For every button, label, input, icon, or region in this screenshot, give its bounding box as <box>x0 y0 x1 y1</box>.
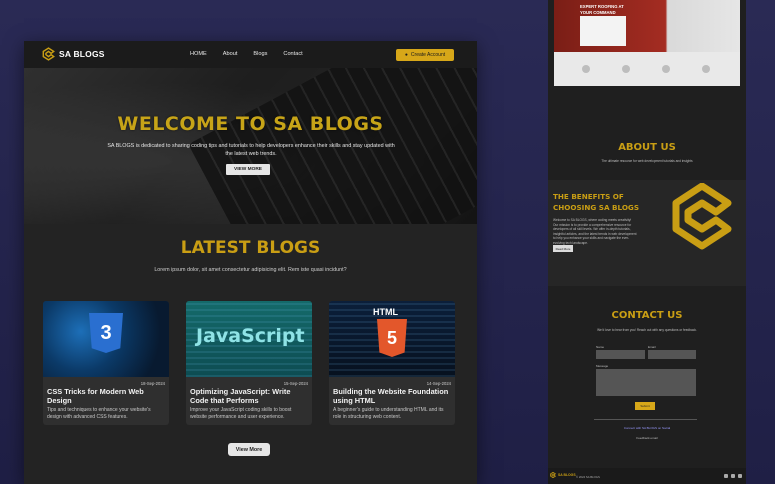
feature-icon <box>622 65 630 73</box>
html5-badge-text: 5 <box>386 327 397 348</box>
feedback-email[interactable]: Feedback email <box>548 436 746 440</box>
javascript-word: JavaScript <box>196 325 305 347</box>
card-description: Tips and techniques to enhance your webs… <box>47 407 151 420</box>
blog-card-html[interactable]: HTML 5 14-Sep-2024 Building the Website … <box>329 301 455 425</box>
navbar: SA BLOGS HOME About Blogs Contact ● Crea… <box>24 41 477 68</box>
hero-view-more-button[interactable]: VIEW MORE <box>226 164 270 175</box>
benefits-title: THE BENEFITS OF CHOOSING SA BLOGS <box>553 192 640 212</box>
html5-icon: 5 <box>377 319 407 357</box>
card-description: A beginner's guide to understanding HTML… <box>333 407 444 420</box>
footer-logo[interactable]: SA BLOGS <box>550 472 576 478</box>
large-logo-icon <box>672 183 732 250</box>
embedded-website-screenshot: EXPERT ROOFING AT YOUR COMMAND <box>554 0 740 86</box>
hero-title: WELCOME TO SA BLOGS <box>117 113 384 135</box>
create-account-button[interactable]: ● Create Account <box>396 49 454 61</box>
card-date: 14-Sep-2024 <box>426 381 451 386</box>
message-label: Message <box>596 364 609 368</box>
name-input[interactable] <box>596 350 645 359</box>
benefits-text: Welcome to SA BLOGS, where coding meets … <box>553 218 637 245</box>
email-input[interactable] <box>648 350 696 359</box>
feature-icon <box>662 65 670 73</box>
nav-links: HOME About Blogs Contact <box>190 51 303 57</box>
user-icon: ● <box>404 52 408 58</box>
read-more-button[interactable]: Read More <box>553 245 573 252</box>
card-title[interactable]: CSS Tricks for Modern Web Design <box>47 387 165 405</box>
nav-blogs[interactable]: Blogs <box>253 51 267 57</box>
footer-copyright: © 2024 SA BLOGS <box>576 475 600 479</box>
card-date: 18-Sep-2024 <box>140 381 165 386</box>
logo-text: SA BLOGS <box>59 49 105 59</box>
name-label: Name <box>596 345 605 349</box>
message-textarea[interactable] <box>596 369 696 396</box>
card-date: 15-Sep-2024 <box>283 381 308 386</box>
css3-badge-text: 3 <box>100 321 112 344</box>
blog-homepage-mockup: SA BLOGS HOME About Blogs Contact ● Crea… <box>24 41 477 484</box>
blog-card-javascript[interactable]: JavaScript 15-Sep-2024 Optimizing JavaSc… <box>186 301 312 425</box>
contact-text: We'd love to hear from you! Reach out wi… <box>597 328 697 332</box>
site-logo[interactable]: SA BLOGS <box>42 47 105 61</box>
footer-logo-text: SA BLOGS <box>558 473 576 477</box>
about-text: The ultimate resource for web developmen… <box>601 159 693 163</box>
hero-section: WELCOME TO SA BLOGS SA BLOGS is dedicate… <box>24 68 477 224</box>
footer: SA BLOGS © 2024 SA BLOGS <box>548 468 746 484</box>
email-label: Email <box>648 345 656 349</box>
feature-icon <box>582 65 590 73</box>
hero-description: SA BLOGS is dedicated to sharing coding … <box>107 143 395 157</box>
footer-logo-icon <box>550 472 556 478</box>
css3-icon: 3 <box>89 313 123 353</box>
facebook-icon[interactable] <box>724 474 728 478</box>
footer-social-icons <box>724 474 742 478</box>
blog-card-css[interactable]: 3 18-Sep-2024 CSS Tricks for Modern Web … <box>43 301 169 425</box>
latest-blogs-subtitle: Lorem ipsum dolor, sit amet consectetur … <box>154 267 347 273</box>
divider <box>594 419 697 420</box>
nav-home[interactable]: HOME <box>190 51 207 57</box>
social-link[interactable]: Connect with SA BLOGS on Social <box>548 426 746 430</box>
css-card-image: 3 <box>43 301 169 377</box>
instagram-icon[interactable] <box>731 474 735 478</box>
html-card-image: HTML 5 <box>329 301 455 377</box>
card-title[interactable]: Building the Website Foundation using HT… <box>333 387 451 405</box>
contact-title: CONTACT US <box>611 310 683 321</box>
screenshot-banner-text: EXPERT ROOFING AT YOUR COMMAND <box>580 4 624 15</box>
logo-icon <box>42 47 55 61</box>
screenshot-form <box>580 16 626 46</box>
screenshot-feature-row <box>566 62 726 76</box>
nav-contact[interactable]: Contact <box>283 51 302 57</box>
card-title[interactable]: Optimizing JavaScript: Write Code that P… <box>190 387 308 405</box>
twitter-icon[interactable] <box>738 474 742 478</box>
latest-blogs-title: LATEST BLOGS <box>180 238 321 258</box>
nav-about[interactable]: About <box>223 51 238 57</box>
card-description: Improve your JavaScript coding skills to… <box>190 407 292 420</box>
submit-button[interactable]: Submit <box>635 402 655 410</box>
about-title: ABOUT US <box>618 142 676 153</box>
javascript-card-image: JavaScript <box>186 301 312 377</box>
feature-icon <box>702 65 710 73</box>
view-more-button[interactable]: View More <box>228 443 270 456</box>
long-page-mockup: EXPERT ROOFING AT YOUR COMMAND ABOUT US … <box>548 0 746 484</box>
create-account-label: Create Account <box>410 52 446 58</box>
benefits-section: THE BENEFITS OF CHOOSING SA BLOGS Welcom… <box>548 180 746 286</box>
html-word: HTML <box>373 307 398 317</box>
